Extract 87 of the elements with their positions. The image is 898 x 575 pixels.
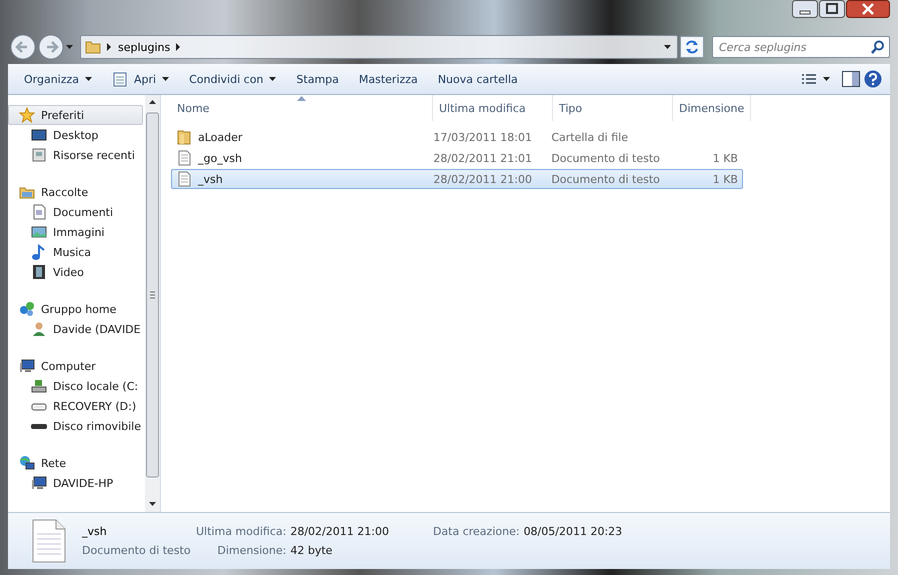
chevron-icon[interactable] <box>107 43 112 51</box>
maximize-button[interactable] <box>819 0 845 18</box>
toolbar-button[interactable]: Condividi con <box>181 70 284 88</box>
nav-item[interactable]: Video <box>8 262 143 282</box>
minimize-button[interactable] <box>792 0 818 18</box>
search-field[interactable]: Cerca seplugins <box>712 36 890 58</box>
nav-item[interactable]: Disco rimovibile <box>8 416 143 436</box>
file-row[interactable]: aLoader 17/03/2011 18:01 Cartella di file <box>171 127 743 147</box>
property-label: Dimensione: <box>216 544 286 557</box>
file-row[interactable]: _vsh 28/02/2011 21:00 Documento di testo 1 KB <box>171 169 743 189</box>
property-label: Ultima modifica: <box>196 525 286 538</box>
nav-item[interactable]: Documenti <box>8 202 143 222</box>
music-note-icon <box>31 244 47 260</box>
computer-icon <box>31 475 47 491</box>
nav-group-item[interactable]: Computer <box>8 356 143 376</box>
document-icon <box>31 204 47 220</box>
nav-item[interactable]: Desktop <box>8 125 143 145</box>
text-file-icon <box>176 171 192 187</box>
column-header[interactable]: Tipo <box>553 95 673 121</box>
modified-date: 28/02/2011 21:00 <box>433 172 532 186</box>
picture-icon <box>31 224 47 240</box>
nav-group-item[interactable]: Rete <box>8 453 143 473</box>
search-icon[interactable] <box>871 40 885 54</box>
folder-icon <box>176 129 192 145</box>
film-strip-icon <box>31 264 47 280</box>
file-name: aLoader <box>198 130 242 144</box>
column-header[interactable]: Nome <box>171 95 433 121</box>
nav-group-item[interactable]: Preferiti <box>8 105 143 125</box>
property-label: Data creazione: <box>432 525 520 538</box>
modified-date: 28/02/2011 21:01 <box>433 152 532 164</box>
nav-group-item[interactable]: Gruppo home <box>8 299 143 319</box>
nav-item[interactable]: RECOVERY (D:) <box>8 396 143 416</box>
chevron-icon[interactable] <box>176 43 182 51</box>
monitor-icon <box>31 127 47 143</box>
scrollbar[interactable] <box>145 95 160 512</box>
hard-drive-icon <box>31 378 47 394</box>
caret-icon <box>823 77 830 81</box>
file-size: 1 KB <box>712 172 738 186</box>
help-button[interactable] <box>864 70 882 88</box>
file-name: _go_vsh <box>198 152 242 164</box>
recent-pages-caret-icon[interactable] <box>66 44 74 50</box>
toolbar-button[interactable]: Apri <box>104 68 178 90</box>
toolbar-button[interactable]: Nuova cartella <box>430 70 526 88</box>
user-icon <box>31 321 47 337</box>
nav-item[interactable]: DAVIDE-HP <box>8 473 143 493</box>
star-icon <box>19 107 35 123</box>
property-value: 42 byte <box>290 544 334 557</box>
address-bar[interactable]: seplugins <box>80 35 678 59</box>
column-header[interactable]: Dimensione <box>673 95 751 121</box>
nav-group-item[interactable]: Raccolte <box>8 182 143 202</box>
globe-computer-icon <box>19 455 35 471</box>
text-file-icon <box>32 519 66 563</box>
nav-item[interactable]: Risorse recenti <box>8 145 143 165</box>
file-type: Documento di testo <box>82 544 192 557</box>
toolbar-button[interactable]: Masterizza <box>350 70 426 88</box>
nav-item[interactable]: Disco locale (C: <box>8 376 143 396</box>
property-value: 08/05/2011 20:23 <box>524 525 622 538</box>
modified-date: 17/03/2011 18:01 <box>433 130 532 144</box>
file-type: Cartella di file <box>551 130 628 144</box>
toolbar-button[interactable]: Stampa <box>288 70 347 88</box>
nav-item[interactable]: Davide (DAVIDE <box>8 319 143 339</box>
nav-item[interactable]: Immagini <box>8 222 143 242</box>
property-value: 28/02/2011 21:00 <box>290 525 389 538</box>
back-button[interactable] <box>10 34 36 60</box>
homegroup-icon <box>19 301 35 317</box>
file-type: Documento di testo <box>551 172 660 186</box>
nav-item[interactable]: Musica <box>8 242 143 262</box>
breadcrumb[interactable]: seplugins <box>118 40 170 54</box>
file-name: _vsh <box>198 172 223 186</box>
folder-icon <box>85 39 101 55</box>
file-row[interactable]: _go_vsh 28/02/2011 21:01 Documento di testo 1 KB <box>171 148 743 168</box>
close-button[interactable] <box>846 0 890 18</box>
recent-places-icon <box>31 147 47 163</box>
toolbar-button[interactable]: Organizza <box>16 70 100 88</box>
column-header[interactable]: Ultima modifica <box>433 95 553 121</box>
text-file-icon <box>176 150 192 166</box>
dropdown-caret-icon[interactable] <box>664 45 671 49</box>
notepad-icon <box>112 71 128 87</box>
forward-button[interactable] <box>38 34 64 60</box>
preview-pane-button[interactable] <box>842 71 860 87</box>
removable-drive-icon <box>31 424 47 428</box>
list-view-icon <box>801 73 817 85</box>
computer-icon <box>19 358 35 374</box>
file-type: Documento di testo <box>551 152 660 164</box>
file-size: 1 KB <box>712 152 738 164</box>
refresh-button[interactable] <box>680 36 704 58</box>
file-name: _vsh <box>82 525 108 538</box>
